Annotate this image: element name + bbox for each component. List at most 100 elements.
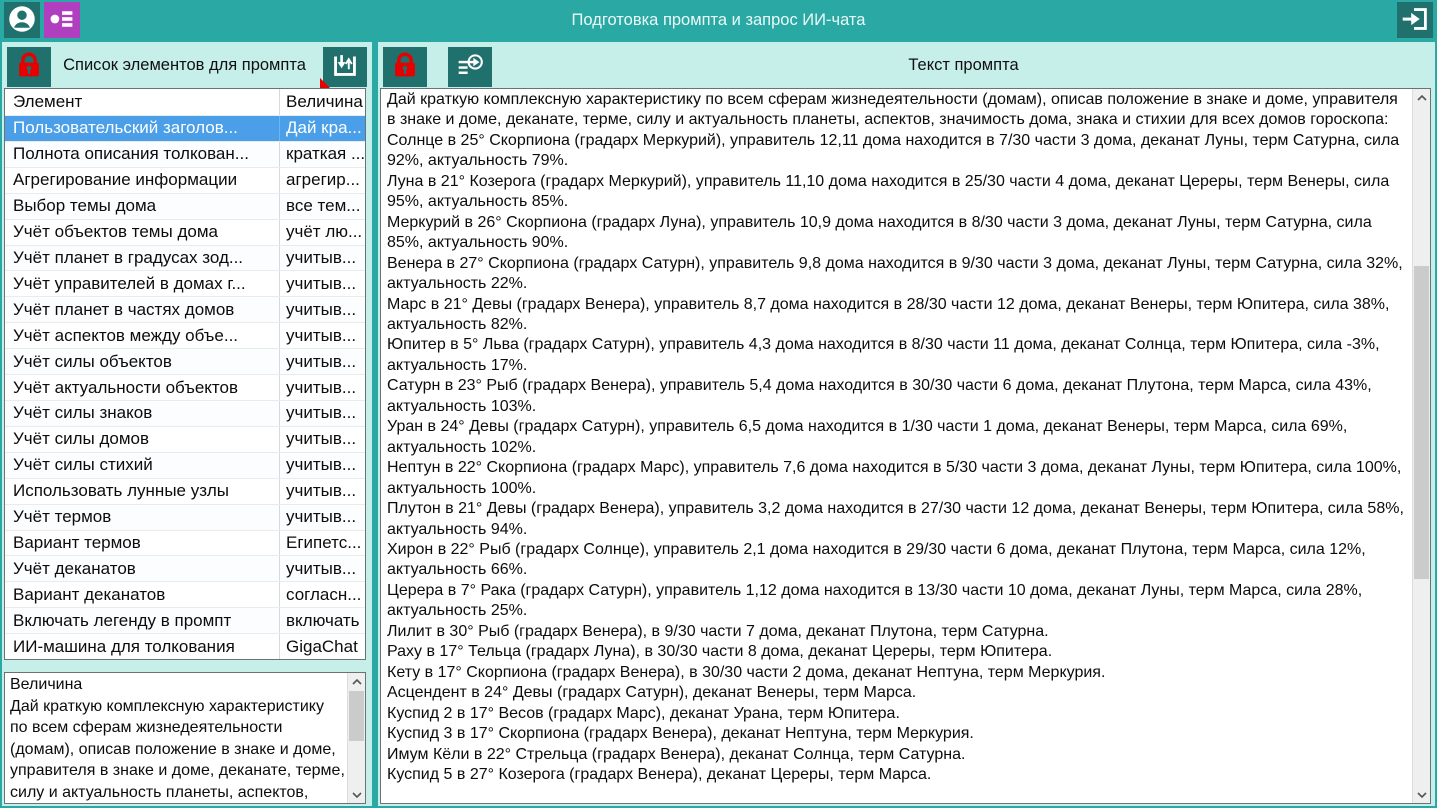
value-cell: включать <box>280 608 365 633</box>
table-row[interactable]: Учёт объектов темы дома учёт лю... <box>5 219 365 245</box>
exit-icon <box>1398 2 1432 39</box>
element-cell: ИИ-машина для толкования <box>5 634 280 659</box>
element-cell: Полнота описания толкован... <box>5 142 280 167</box>
table-row[interactable]: Пользовательский заголов... Дай кра... <box>5 115 365 141</box>
table-row[interactable]: Выбор темы дома все тем... <box>5 193 365 219</box>
prompt-vertical-scrollbar[interactable] <box>1412 89 1430 803</box>
import-export-button[interactable] <box>323 47 367 87</box>
value-cell: учитыв... <box>280 479 365 504</box>
element-cell: Использовать лунные узлы <box>5 479 280 504</box>
right-panel-header: Текст промпта <box>378 42 1435 88</box>
title-bar: Подготовка промпта и запрос ИИ-чата <box>0 0 1437 40</box>
scroll-up-button[interactable] <box>1413 89 1430 106</box>
prompt-elements-panel: Список элементов для промпта Элемент Вел… <box>2 42 372 806</box>
table-row[interactable]: ИИ-машина для толкования GigaChat <box>5 633 365 659</box>
element-cell: Учёт силы стихий <box>5 453 280 478</box>
value-detail-box[interactable]: Величина Дай краткую комплексную характе… <box>4 672 366 804</box>
value-cell: учитыв... <box>280 375 365 400</box>
value-cell: учитыв... <box>280 505 365 530</box>
table-row[interactable]: Учёт силы домов учитыв... <box>5 426 365 452</box>
value-cell: GigaChat <box>280 634 365 659</box>
value-cell: учитыв... <box>280 427 365 452</box>
value-cell: Дай кра... <box>280 116 365 141</box>
value-cell: согласн... <box>280 582 365 607</box>
generate-prompt-button[interactable] <box>448 47 492 87</box>
element-cell: Учёт термов <box>5 505 280 530</box>
lock-prompt-button[interactable] <box>383 47 427 87</box>
table-row[interactable]: Вариант деканатов согласн... <box>5 581 365 607</box>
scroll-down-button[interactable] <box>348 786 365 803</box>
value-cell: учитыв... <box>280 349 365 374</box>
table-header-row: Элемент Величина <box>5 89 365 115</box>
table-row[interactable]: Учёт планет в частях домов учитыв... <box>5 296 365 322</box>
prompt-text-box[interactable]: Дай краткую комплексную характеристику п… <box>380 88 1431 804</box>
value-cell: Египетс... <box>280 531 365 556</box>
chevron-up-icon <box>352 679 362 685</box>
value-cell: учитыв... <box>280 323 365 348</box>
scroll-down-button[interactable] <box>1413 786 1430 803</box>
table-body: Пользовательский заголов... Дай кра... П… <box>5 115 365 659</box>
element-cell: Учёт деканатов <box>5 556 280 581</box>
column-header-element: Элемент <box>5 89 280 115</box>
prompt-text: Дай краткую комплексную характеристику п… <box>381 89 1411 803</box>
element-cell: Учёт объектов темы дома <box>5 220 280 245</box>
element-cell: Пользовательский заголов... <box>5 116 280 141</box>
table-row[interactable]: Учёт термов учитыв... <box>5 504 365 530</box>
table-row[interactable]: Вариант термов Египетс... <box>5 530 365 556</box>
table-row[interactable]: Учёт актуальности объектов учитыв... <box>5 374 365 400</box>
chevron-down-icon <box>352 792 362 798</box>
value-cell: учитыв... <box>280 271 365 296</box>
element-cell: Учёт силы объектов <box>5 349 280 374</box>
element-cell: Вариант деканатов <box>5 582 280 607</box>
session-list-button[interactable] <box>44 2 80 38</box>
table-row[interactable]: Агрегирование информации агрегир... <box>5 167 365 193</box>
column-header-value: Величина <box>280 89 365 115</box>
element-cell: Учёт планет в частях домов <box>5 297 280 322</box>
exit-button[interactable] <box>1397 2 1433 38</box>
table-row[interactable]: Учёт управителей в домах г... учитыв... <box>5 270 365 296</box>
table-row[interactable]: Учёт деканатов учитыв... <box>5 555 365 581</box>
table-row[interactable]: Учёт силы объектов учитыв... <box>5 348 365 374</box>
element-cell: Учёт планет в градусах зод... <box>5 246 280 271</box>
element-cell: Вариант термов <box>5 531 280 556</box>
element-cell: Выбор темы дома <box>5 194 280 219</box>
element-cell: Агрегирование информации <box>5 168 280 193</box>
table-row[interactable]: Учёт силы знаков учитыв... <box>5 400 365 426</box>
right-panel-title: Текст промпта <box>492 56 1435 75</box>
value-cell: все тем... <box>280 194 365 219</box>
table-row[interactable]: Учёт планет в градусах зод... учитыв... <box>5 245 365 271</box>
value-cell: учитыв... <box>280 297 365 322</box>
value-cell: учитыв... <box>280 401 365 426</box>
lock-elements-button[interactable] <box>7 47 51 87</box>
detail-vertical-scrollbar[interactable] <box>347 673 365 803</box>
left-panel-header: Список элементов для промпта <box>2 42 372 88</box>
value-cell: учитыв... <box>280 556 365 581</box>
element-cell: Учёт силы домов <box>5 427 280 452</box>
scroll-up-button[interactable] <box>348 673 365 690</box>
lock-icon <box>11 48 47 85</box>
user-profile-button[interactable] <box>4 2 40 38</box>
value-cell: учёт лю... <box>280 220 365 245</box>
import-export-icon <box>328 48 362 85</box>
user-avatar-icon <box>5 2 39 39</box>
value-detail-text: Величина Дай краткую комплексную характе… <box>5 673 347 803</box>
value-cell: учитыв... <box>280 246 365 271</box>
value-cell: краткая ... <box>280 142 365 167</box>
bullet-list-icon <box>45 2 79 39</box>
scroll-thumb[interactable] <box>349 691 364 741</box>
element-cell: Включать легенду в промпт <box>5 608 280 633</box>
table-row[interactable]: Учёт аспектов между объе... учитыв... <box>5 322 365 348</box>
scroll-thumb[interactable] <box>1414 266 1429 579</box>
prompt-text-panel: Текст промпта Дай краткую комплексную ха… <box>378 42 1435 806</box>
lock-icon <box>387 48 423 85</box>
table-row[interactable]: Полнота описания толкован... краткая ... <box>5 141 365 167</box>
table-row[interactable]: Использовать лунные узлы учитыв... <box>5 478 365 504</box>
element-cell: Учёт аспектов между объе... <box>5 323 280 348</box>
table-row[interactable]: Учёт силы стихий учитыв... <box>5 452 365 478</box>
element-cell: Учёт силы знаков <box>5 401 280 426</box>
table-row[interactable]: Включать легенду в промпт включать <box>5 607 365 633</box>
value-cell: учитыв... <box>280 453 365 478</box>
window-title: Подготовка промпта и запрос ИИ-чата <box>0 0 1437 40</box>
value-cell: агрегир... <box>280 168 365 193</box>
prompt-elements-table: Элемент Величина Пользовательский заголо… <box>4 88 366 660</box>
